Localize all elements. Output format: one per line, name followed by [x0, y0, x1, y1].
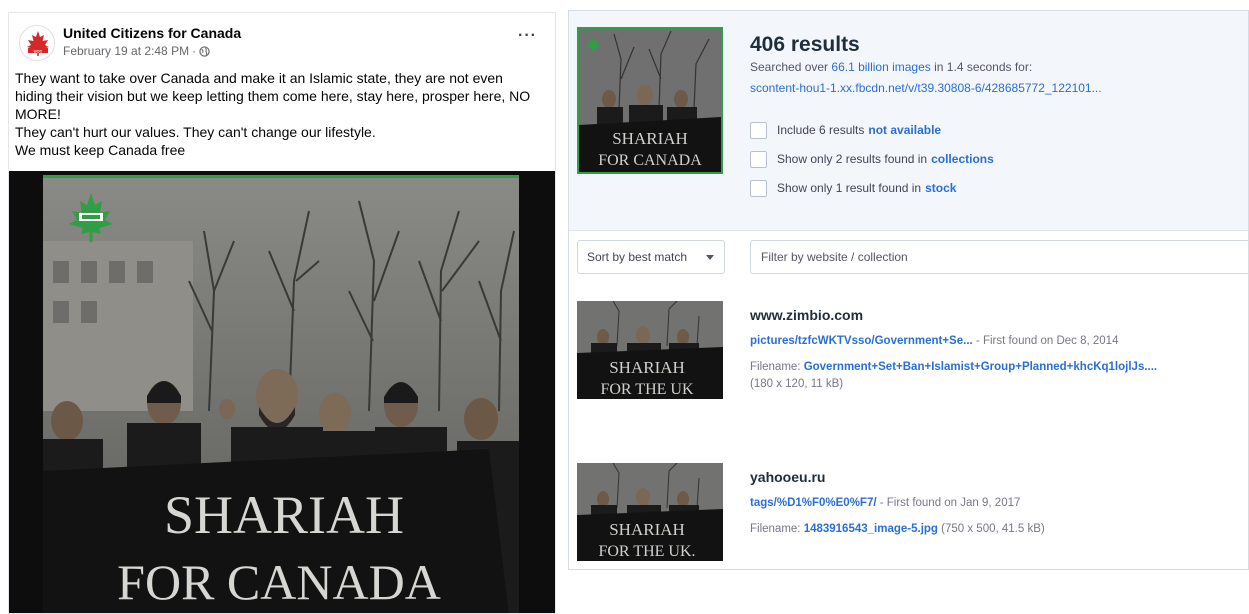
- result-first-found: - First found on Dec 8, 2014: [972, 335, 1119, 347]
- search-stats-highlight[interactable]: 66.1 billion images: [831, 60, 930, 74]
- post-timestamp[interactable]: February 19 at 2:48 PM: [63, 44, 189, 58]
- result-page-link[interactable]: pictures/tzfcWKTVsso/Government+Se...: [750, 335, 973, 347]
- result-item: SHARIAH FOR THE UK www.zimbio.com pictur…: [569, 301, 1248, 411]
- filename-label: Filename:: [750, 523, 804, 535]
- checkbox-link[interactable]: not available: [868, 123, 941, 137]
- filter-input[interactable]: Filter by website / collection: [750, 240, 1248, 274]
- collections-only-checkbox[interactable]: Show only 2 results found in collections: [750, 148, 994, 170]
- result-file-line: Filename: 1483916543_image-5.jpg (750 x …: [750, 523, 1045, 535]
- banner-line-2: FOR CANADA: [117, 554, 441, 610]
- filename-label: Filename:: [750, 361, 804, 373]
- checkbox-box[interactable]: [750, 121, 767, 139]
- result-file-line: Filename: Government+Set+Ban+Islamist+Gr…: [750, 361, 1157, 373]
- checkbox-link[interactable]: collections: [931, 152, 994, 166]
- result-page-line: tags/%D1%F0%E0%F7/ - First found on Jan …: [750, 497, 1020, 509]
- chevron-down-icon: [706, 255, 714, 260]
- result-dimensions: (750 x 500, 41.5 kB): [937, 523, 1045, 535]
- reverse-image-search-panel: SHARIAH FOR CANADA 406 results Searched …: [568, 10, 1249, 570]
- thumb-banner-line-1: SHARIAH: [609, 520, 685, 539]
- checkbox-box[interactable]: [750, 179, 767, 197]
- query-url[interactable]: scontent-hou1-1.xx.fbcdn.net/v/t39.30808…: [750, 81, 1102, 95]
- page-avatar[interactable]: UCC: [19, 25, 55, 61]
- checkbox-link[interactable]: stock: [925, 181, 956, 195]
- checkbox-box[interactable]: [750, 150, 767, 168]
- stock-only-checkbox[interactable]: Show only 1 result found in stock: [750, 177, 956, 199]
- result-first-found: - First found on Jan 9, 2017: [876, 497, 1021, 509]
- thumb-banner-line-2: FOR THE UK: [600, 381, 693, 398]
- search-stats: Searched over 66.1 billion images in 1.4…: [750, 60, 1032, 74]
- result-item: SHARIAH FOR THE UK. yahooeu.ru tags/%D1%…: [569, 463, 1248, 569]
- result-thumbnail[interactable]: SHARIAH FOR THE UK: [577, 301, 723, 399]
- banner-line-1: SHARIAH: [164, 485, 404, 545]
- globe-icon: [199, 45, 210, 57]
- result-site[interactable]: www.zimbio.com: [750, 307, 863, 323]
- svg-text:UCC: UCC: [34, 48, 43, 53]
- post-text-line: They can't hurt our values. They can't c…: [15, 124, 376, 140]
- checkbox-label: Show only 2 results found in: [777, 152, 928, 166]
- checkbox-label: Include 6 results: [777, 123, 865, 137]
- post-text: They want to take over Canada and make i…: [15, 69, 555, 159]
- result-page-link[interactable]: tags/%D1%F0%E0%F7/: [750, 497, 877, 509]
- sort-dropdown-label: Sort by best match: [587, 250, 688, 264]
- thumb-banner-line-1: SHARIAH: [612, 129, 688, 148]
- result-thumbnail[interactable]: SHARIAH FOR THE UK.: [577, 463, 723, 561]
- facebook-post: UCC United Citizens for Canada February …: [8, 12, 556, 614]
- result-filename-link[interactable]: Government+Set+Ban+Islamist+Group+Planne…: [804, 361, 1157, 373]
- query-image-thumbnail[interactable]: SHARIAH FOR CANADA: [577, 27, 723, 174]
- post-text-line: hiding their vision but we keep letting …: [15, 88, 531, 104]
- thumb-banner-line-1: SHARIAH: [609, 358, 685, 377]
- search-stats-prefix: Searched over: [750, 60, 832, 74]
- result-dimensions: (180 x 120, 11 kB): [750, 378, 844, 390]
- thumb-banner-line-2: FOR THE UK.: [598, 543, 695, 560]
- include-unavailable-checkbox[interactable]: Include 6 results not available: [750, 119, 941, 141]
- post-header: UCC United Citizens for Canada February …: [9, 13, 555, 65]
- page-name[interactable]: United Citizens for Canada: [63, 25, 241, 41]
- result-site[interactable]: yahooeu.ru: [750, 469, 825, 485]
- thumb-banner-line-2: FOR CANADA: [598, 152, 702, 169]
- more-options-button[interactable]: ···: [518, 27, 537, 45]
- post-text-line: They want to take over Canada and make i…: [15, 70, 503, 86]
- post-image[interactable]: SHARIAH FOR CANADA: [9, 171, 555, 613]
- search-summary: SHARIAH FOR CANADA 406 results Searched …: [569, 11, 1248, 231]
- meta-separator: ·: [192, 44, 197, 58]
- checkbox-label: Show only 1 result found in: [777, 181, 922, 195]
- results-count: 406 results: [750, 33, 860, 56]
- search-stats-suffix: in 1.4 seconds for:: [930, 60, 1033, 74]
- result-filename-link[interactable]: 1483916543_image-5.jpg: [804, 523, 938, 535]
- maple-leaf-avatar-icon: UCC: [20, 26, 54, 60]
- post-meta: February 19 at 2:48 PM ·: [63, 44, 210, 58]
- post-text-line: We must keep Canada free: [15, 142, 186, 158]
- post-text-line: MORE!: [15, 106, 61, 122]
- result-page-line: pictures/tzfcWKTVsso/Government+Se... - …: [750, 335, 1118, 347]
- sort-dropdown[interactable]: Sort by best match: [577, 240, 725, 274]
